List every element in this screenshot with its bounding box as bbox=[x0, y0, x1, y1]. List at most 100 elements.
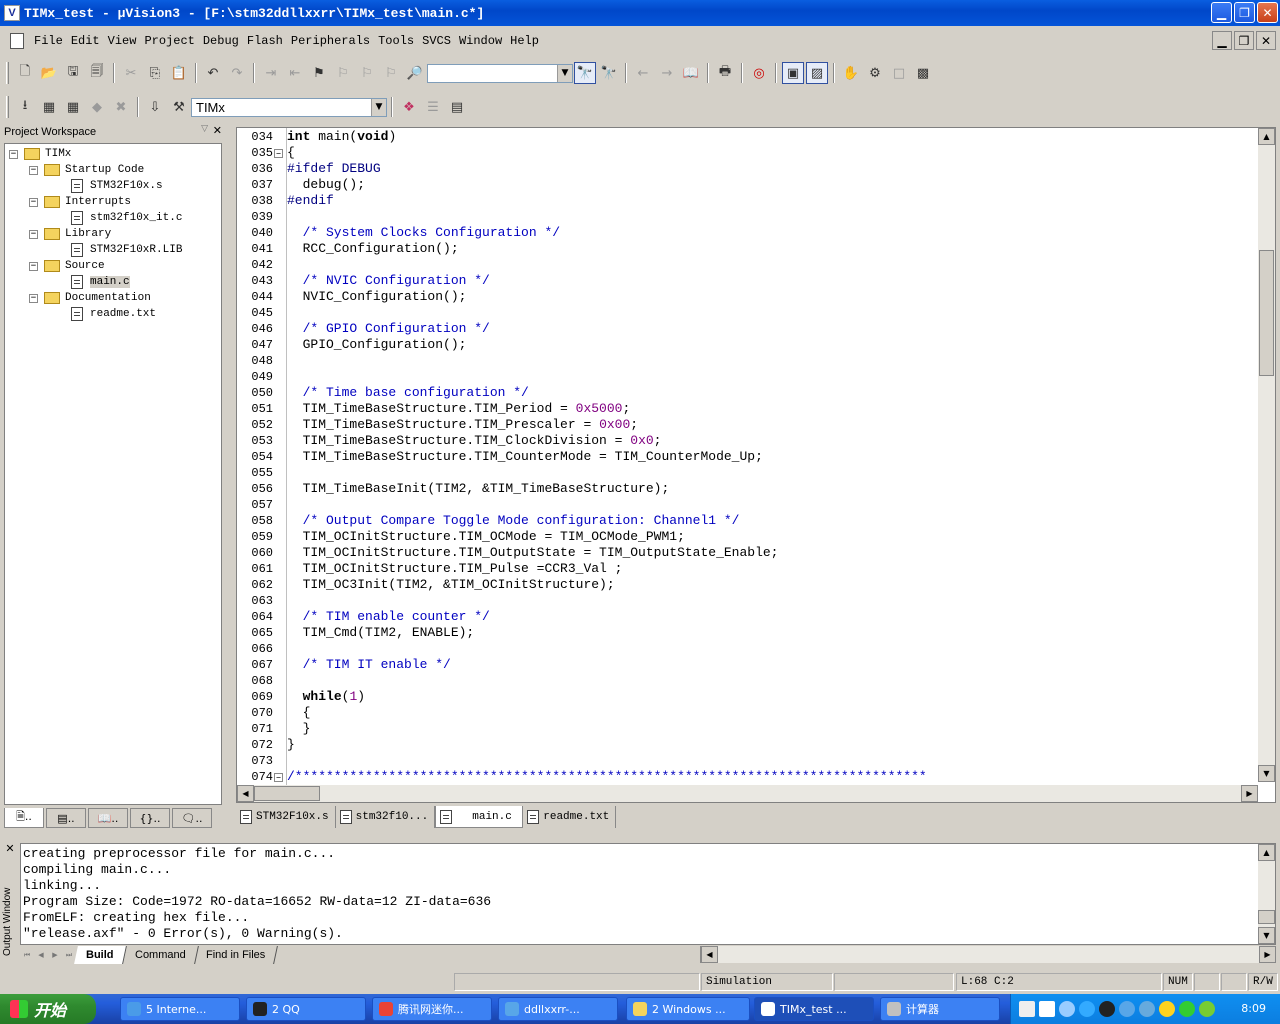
hand-icon[interactable]: ✋ bbox=[840, 62, 862, 84]
app-tray-icon[interactable] bbox=[1139, 1001, 1155, 1017]
code-line[interactable]: #ifdef DEBUG bbox=[287, 161, 381, 177]
new-file-icon[interactable]: 🗋 bbox=[14, 62, 36, 84]
code-line[interactable]: TIM_TimeBaseStructure.TIM_Period = 0x500… bbox=[287, 401, 631, 417]
save-all-icon[interactable]: 🗐 bbox=[86, 62, 108, 84]
scroll-left-icon[interactable]: ◀ bbox=[701, 946, 718, 963]
find-in-files-icon[interactable]: 🔎 bbox=[404, 62, 426, 84]
menu-flash[interactable]: Flash bbox=[243, 34, 287, 48]
unindent-icon[interactable]: ⇤ bbox=[284, 62, 306, 84]
collapse-icon[interactable]: − bbox=[29, 261, 38, 271]
pin-icon[interactable]: ▽ bbox=[201, 124, 208, 134]
download-icon[interactable]: ⇩ bbox=[144, 96, 166, 118]
scroll-up-icon[interactable]: ▲ bbox=[1258, 844, 1275, 861]
code-line[interactable]: NVIC_Configuration(); bbox=[287, 289, 467, 305]
scroll-down-icon[interactable]: ▼ bbox=[1258, 927, 1275, 944]
tree-group-source[interactable]: − Source bbox=[29, 258, 105, 274]
code-line[interactable]: /* TIM IT enable */ bbox=[287, 657, 451, 673]
scroll-left-icon[interactable]: ◀ bbox=[237, 785, 254, 802]
code-line[interactable]: { bbox=[287, 145, 295, 161]
menu-edit[interactable]: Edit bbox=[67, 34, 104, 48]
code-line[interactable]: RCC_Configuration(); bbox=[287, 241, 459, 257]
forward-arrow-icon[interactable]: → bbox=[656, 62, 678, 84]
tools-icon[interactable]: ▩ bbox=[912, 62, 934, 84]
taskbar-item-ddllxxrr[interactable]: ddllxxrr-... bbox=[498, 997, 618, 1021]
tab-readme-file[interactable]: readme.txt bbox=[523, 806, 617, 828]
find-icon[interactable]: 🔭 bbox=[574, 62, 596, 84]
code-line[interactable]: /* Output Compare Toggle Mode configurat… bbox=[287, 513, 740, 529]
code-line[interactable]: #endif bbox=[287, 193, 334, 209]
collapse-icon[interactable]: − bbox=[9, 149, 18, 159]
code-line[interactable]: TIM_TimeBaseInit(TIM2, &TIM_TimeBaseStru… bbox=[287, 481, 670, 497]
code-line[interactable]: TIM_TimeBaseStructure.TIM_CounterMode = … bbox=[287, 449, 763, 465]
taskbar-item-tencent-mini[interactable]: 腾讯网迷你... bbox=[372, 997, 492, 1021]
scroll-thumb[interactable] bbox=[1258, 910, 1275, 924]
tree-group-interrupts[interactable]: − Interrupts bbox=[29, 194, 131, 210]
ie-tray-icon[interactable] bbox=[1119, 1001, 1135, 1017]
scroll-up-icon[interactable]: ▲ bbox=[1258, 128, 1275, 145]
open-folder-icon[interactable]: 📂 bbox=[38, 62, 60, 84]
components-icon[interactable]: ❖ bbox=[398, 96, 420, 118]
target-options-icon[interactable]: ⚒ bbox=[168, 96, 190, 118]
code-line[interactable]: } bbox=[287, 737, 295, 753]
chevron-down-icon[interactable]: ▼ bbox=[371, 98, 386, 116]
code-line[interactable]: /* NVIC Configuration */ bbox=[287, 273, 490, 289]
incremental-find-icon[interactable]: 🔭 bbox=[598, 62, 620, 84]
toolbar-grip[interactable] bbox=[6, 96, 9, 118]
bookmark-toggle-icon[interactable]: ⚑ bbox=[308, 62, 330, 84]
code-line[interactable]: } bbox=[287, 721, 311, 737]
code-line[interactable]: TIM_OCInitStructure.TIM_OCMode = TIM_OCM… bbox=[287, 529, 685, 545]
code-line[interactable]: TIM_OCInitStructure.TIM_OutputState = TI… bbox=[287, 545, 779, 561]
workspace-toggle-icon[interactable]: ▣ bbox=[782, 62, 804, 84]
menu-project[interactable]: Project bbox=[140, 34, 198, 48]
maximize-button[interactable]: ❐ bbox=[1234, 2, 1255, 23]
bookmark-prev-icon[interactable]: ⚐ bbox=[356, 62, 378, 84]
close-icon[interactable]: ✕ bbox=[213, 124, 222, 137]
document-icon[interactable] bbox=[10, 33, 24, 49]
cut-icon[interactable]: ✂ bbox=[120, 62, 142, 84]
tab-build[interactable]: Build bbox=[74, 946, 127, 964]
stop-build-icon[interactable]: ✖ bbox=[110, 96, 132, 118]
close-button[interactable]: ✕ bbox=[1257, 2, 1278, 23]
code-line[interactable]: /* Time base configuration */ bbox=[287, 385, 529, 401]
tree-group-documentation[interactable]: − Documentation bbox=[29, 290, 151, 306]
start-button[interactable]: 开始 bbox=[0, 994, 96, 1024]
copy-icon[interactable]: ⎘ bbox=[144, 62, 166, 84]
templates-tab-icon[interactable]: 🗨.. bbox=[172, 808, 212, 828]
taskbar-item-ie[interactable]: 5 Interne... bbox=[120, 997, 240, 1021]
tab-command[interactable]: Command bbox=[122, 946, 199, 964]
code-line[interactable]: TIM_TimeBaseStructure.TIM_Prescaler = 0x… bbox=[287, 417, 639, 433]
output-text[interactable]: creating preprocessor file for main.c...… bbox=[20, 843, 1276, 945]
redo-icon[interactable]: ↷ bbox=[226, 62, 248, 84]
browse-icon[interactable]: 📖 bbox=[680, 62, 702, 84]
scroll-down-icon[interactable]: ▼ bbox=[1258, 765, 1275, 782]
files-tab-icon[interactable]: 🗎.. bbox=[4, 808, 44, 828]
build-icon[interactable]: ▦ bbox=[38, 96, 60, 118]
scroll-thumb[interactable] bbox=[254, 786, 320, 801]
code-line[interactable]: TIM_TimeBaseStructure.TIM_ClockDivision … bbox=[287, 433, 662, 449]
taskbar-item-qq[interactable]: 2 QQ bbox=[246, 997, 366, 1021]
close-icon[interactable]: ✕ bbox=[2, 842, 18, 855]
code-line[interactable]: TIM_OCInitStructure.TIM_Pulse =CCR3_Val … bbox=[287, 561, 623, 577]
first-tab-icon[interactable]: ⏮ bbox=[20, 948, 34, 962]
collapse-icon[interactable]: − bbox=[29, 165, 38, 175]
collapse-icon[interactable]: − bbox=[29, 229, 38, 239]
code-line[interactable]: TIM_Cmd(TIM2, ENABLE); bbox=[287, 625, 475, 641]
vertical-scrollbar[interactable]: ▲ ▼ bbox=[1258, 128, 1275, 782]
tab-find-in-files[interactable]: Find in Files bbox=[194, 946, 279, 964]
books-tab-icon[interactable]: 📖.. bbox=[88, 808, 128, 828]
code-line[interactable]: int main(void) bbox=[287, 129, 396, 145]
paste-icon[interactable]: 📋 bbox=[168, 62, 190, 84]
code-line[interactable]: GPIO_Configuration(); bbox=[287, 337, 467, 353]
functions-tab-icon[interactable]: {}.. bbox=[130, 808, 170, 828]
horizontal-scrollbar[interactable]: ◀ ▶ bbox=[700, 946, 1276, 963]
target-select[interactable]: TIMx ▼ bbox=[191, 97, 387, 117]
shield-tray-icon[interactable] bbox=[1199, 1001, 1215, 1017]
code-line[interactable]: TIM_OC3Init(TIM2, &TIM_OCInitStructure); bbox=[287, 577, 615, 593]
tab-it-file[interactable]: stm32f10... bbox=[336, 806, 436, 828]
tab-main-file[interactable]: main.c bbox=[435, 806, 524, 828]
code-line[interactable]: /* TIM enable counter */ bbox=[287, 609, 490, 625]
umbrella-tray-icon[interactable] bbox=[1179, 1001, 1195, 1017]
security-tray-icon[interactable] bbox=[1159, 1001, 1175, 1017]
chevron-down-icon[interactable]: ▼ bbox=[557, 64, 572, 82]
print-icon[interactable]: 🖶 bbox=[714, 62, 736, 84]
